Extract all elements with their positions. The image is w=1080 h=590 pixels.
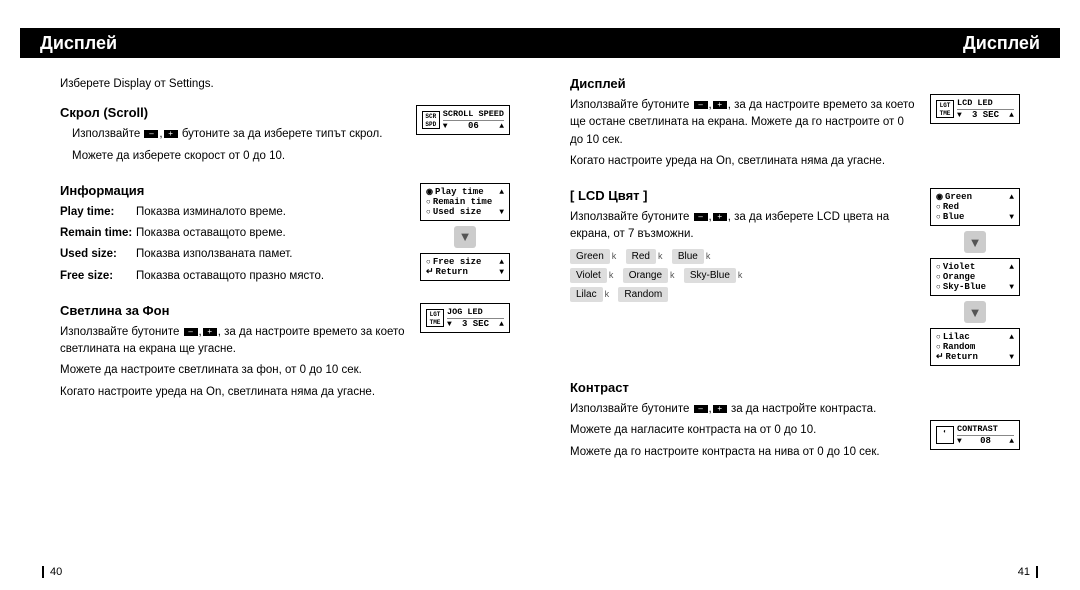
scroll-ui-box: SCRSPD SCROLL SPEED 06 <box>416 105 510 135</box>
info-row: Remain time:Показва оставащото време. <box>60 225 410 242</box>
page-header: Дисплей Дисплей <box>20 28 1060 58</box>
down-icon <box>957 436 962 446</box>
info-row: Free size:Показва оставащото празно мяст… <box>60 268 410 285</box>
scroll-speed-icon: SCRSPD <box>422 111 440 129</box>
color-chip: Random <box>618 287 668 302</box>
minus-button-icon <box>694 101 708 109</box>
circle-icon <box>936 342 943 352</box>
scroll-speed-label: SCROLL SPEED <box>443 109 504 119</box>
info-row: Used size:Показва използваната памет. <box>60 246 410 263</box>
up-icon <box>1009 436 1014 446</box>
circle-icon <box>426 197 433 207</box>
lcd-color-ui-box: Green Red Blue <box>930 188 1020 226</box>
circle-icon <box>936 332 943 342</box>
contrast-label: CONTRAST <box>957 424 998 434</box>
backlight-ui-box: LGTTME JOG LED 3 SEC <box>420 303 510 333</box>
up-icon <box>1009 332 1014 342</box>
down-icon <box>499 207 504 217</box>
light-time-icon: LGTTME <box>426 309 444 327</box>
jog-led-label: JOG LED <box>447 307 483 317</box>
contrast-value: 08 <box>980 436 991 446</box>
plus-button-icon <box>164 130 178 138</box>
display-title: Дисплей <box>570 76 1020 91</box>
color-chip: Red <box>626 249 656 264</box>
up-icon <box>1009 110 1014 120</box>
intro-text: Изберете Display от Settings. <box>60 76 510 93</box>
up-icon <box>1009 262 1014 272</box>
page-number-left: 40 <box>42 566 62 578</box>
info-ui-group: Play time Remain time Used size ▼ Free s… <box>420 183 510 281</box>
up-icon <box>499 319 504 329</box>
down-icon <box>1009 212 1014 222</box>
down-icon <box>447 319 452 329</box>
arrow-down-icon: ▼ <box>964 301 986 323</box>
display-p2: Когато настроите уреда на On, светлината… <box>570 153 1020 170</box>
up-icon <box>1009 192 1014 202</box>
circle-icon <box>936 272 943 282</box>
up-icon <box>499 121 504 131</box>
color-chip: Orange <box>623 268 668 283</box>
lcd-led-label: LCD LED <box>957 98 993 108</box>
backlight-p3: Когато настроите уреда на On, светлината… <box>60 384 510 401</box>
scroll-speed-value: 06 <box>468 121 479 131</box>
minus-button-icon <box>144 130 158 138</box>
lcd-color-ui-box: Lilac Random Return <box>930 328 1020 366</box>
info-ui-box-1: Play time Remain time Used size <box>420 183 510 221</box>
lcd-led-ui-box: LGTTME LCD LED 3 SEC <box>930 94 1020 124</box>
contrast-title: Контраст <box>570 380 1020 395</box>
up-icon <box>499 187 504 197</box>
down-icon <box>1009 352 1014 362</box>
contrast-p1: Използвайте бутоните , за да настройте к… <box>570 401 1020 418</box>
info-row: Play time:Показва изминалото време. <box>60 204 410 221</box>
lcd-led-value: 3 SEC <box>972 110 999 120</box>
light-time-icon: LGTTME <box>936 100 954 118</box>
down-icon <box>1009 282 1014 292</box>
minus-button-icon <box>694 213 708 221</box>
arrow-down-icon: ▼ <box>454 226 476 248</box>
color-chip: Lilac <box>570 287 603 302</box>
return-icon <box>936 352 946 362</box>
page-right: LGTTME LCD LED 3 SEC Дисплей Използвайте… <box>550 76 1040 479</box>
contrast-ui-box: ◐ CONTRAST 08 <box>930 420 1020 450</box>
jog-led-value: 3 SEC <box>462 319 489 329</box>
circle-icon <box>426 207 433 217</box>
radio-icon <box>426 187 435 197</box>
backlight-p2: Можете да настроите светлината за фон, о… <box>60 362 510 379</box>
lcd-color-ui-group: Green Red Blue ▼ Violet Orange Sky-Blue … <box>930 188 1020 366</box>
info-ui-box-2: Free size Return <box>420 253 510 281</box>
minus-button-icon <box>694 405 708 413</box>
plus-button-icon <box>713 213 727 221</box>
up-icon <box>499 257 504 267</box>
scroll-line2: Можете да изберете скорост от 0 до 10. <box>72 148 510 165</box>
color-chip: Violet <box>570 268 607 283</box>
circle-icon <box>936 262 943 272</box>
color-chip: Green <box>570 249 610 264</box>
circle-icon <box>936 282 943 292</box>
circle-icon <box>936 202 943 212</box>
down-icon <box>957 110 962 120</box>
minus-button-icon <box>184 328 198 336</box>
return-icon <box>426 267 436 277</box>
plus-button-icon <box>713 101 727 109</box>
plus-button-icon <box>203 328 217 336</box>
radio-icon <box>936 192 945 202</box>
arrow-down-icon: ▼ <box>964 231 986 253</box>
color-chip: Sky-Blue <box>684 268 736 283</box>
header-right: Дисплей <box>963 33 1040 54</box>
plus-button-icon <box>713 405 727 413</box>
down-icon <box>499 267 504 277</box>
page-left: Изберете Display от Settings. SCRSPD SCR… <box>40 76 530 479</box>
color-chip: Blue <box>672 249 704 264</box>
contrast-icon: ◐ <box>936 426 954 444</box>
header-left: Дисплей <box>40 33 117 54</box>
circle-icon <box>426 257 433 267</box>
page-number-right: 41 <box>1018 566 1038 578</box>
circle-icon <box>936 212 943 222</box>
down-icon <box>443 121 448 131</box>
lcd-color-ui-box: Violet Orange Sky-Blue <box>930 258 1020 296</box>
